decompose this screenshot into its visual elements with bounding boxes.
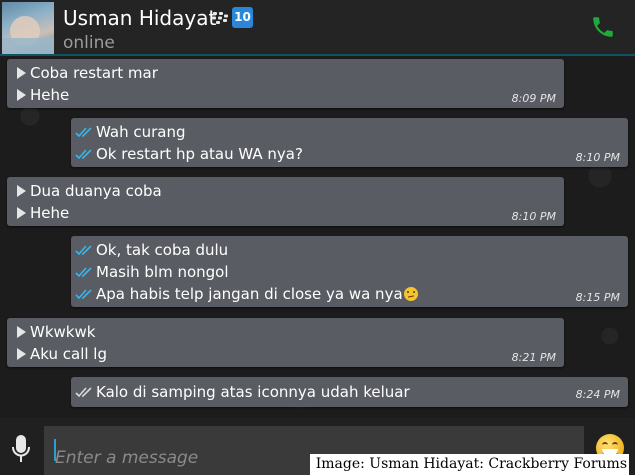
contact-status: online — [63, 33, 115, 53]
incoming-arrow-icon — [17, 326, 26, 338]
incoming-arrow-icon — [17, 67, 26, 79]
double-check-icon — [75, 149, 92, 160]
message-text: Masih blm nongol — [96, 263, 229, 281]
incoming-arrow-icon — [17, 348, 26, 360]
message-time: 8:21 PM — [511, 351, 556, 364]
message-bubble-outgoing[interactable]: Kalo di samping atas iconnya udah keluar… — [71, 377, 628, 407]
avatar-blanket — [2, 38, 54, 54]
message-text: Coba restart mar — [30, 64, 158, 82]
message-text: Ok, tak coba dulu — [96, 241, 229, 259]
message-text-with-emoji: Apa habis telp jangan di close ya wa nya — [96, 283, 418, 305]
double-check-icon — [75, 387, 92, 398]
microphone-icon[interactable] — [10, 433, 32, 465]
message-time: 8:10 PM — [575, 151, 620, 164]
double-check-icon — [75, 245, 92, 256]
message-bubble-incoming[interactable]: Dua duanya coba Hehe 8:10 PM — [7, 177, 564, 226]
message-time: 8:09 PM — [511, 92, 556, 105]
smiley-eye — [612, 442, 618, 447]
message-bubble-incoming[interactable]: Wkwkwk Aku call lg 8:21 PM — [7, 318, 564, 367]
contact-name[interactable]: Usman Hidayat — [63, 6, 216, 30]
message-text: Aku call lg — [30, 345, 107, 363]
message-bubble-incoming[interactable]: Coba restart mar Hehe 8:09 PM — [7, 59, 564, 108]
message-time: 8:15 PM — [575, 291, 620, 304]
double-check-icon — [75, 267, 92, 278]
contact-avatar[interactable] — [2, 2, 54, 54]
message-time: 8:10 PM — [511, 210, 556, 223]
chat-history[interactable]: Coba restart mar Hehe 8:09 PM Wah curang… — [0, 56, 635, 418]
message-text: Dua duanya coba — [30, 182, 162, 200]
incoming-arrow-icon — [17, 185, 26, 197]
text-cursor — [54, 439, 56, 461]
message-text: Wah curang — [96, 123, 186, 141]
message-text: Wkwkwk — [30, 323, 96, 341]
chat-header: Usman Hidayat 10 online — [0, 0, 635, 56]
confused-face-emoji-icon — [403, 287, 418, 301]
double-check-icon — [75, 289, 92, 300]
bbm-icon — [212, 12, 228, 24]
message-text: Hehe — [30, 204, 70, 222]
message-text: Kalo di samping atas iconnya udah keluar — [96, 383, 410, 401]
message-bubble-outgoing[interactable]: Wah curang Ok restart hp atau WA nya? 8:… — [71, 118, 628, 167]
incoming-arrow-icon — [17, 89, 26, 101]
message-text: Apa habis telp jangan di close ya wa nya — [96, 285, 403, 303]
smiley-eye — [602, 442, 608, 447]
keycap-ten-badge: 10 — [232, 7, 253, 28]
incoming-arrow-icon — [17, 207, 26, 219]
phone-icon[interactable] — [590, 14, 616, 40]
message-text: Ok restart hp atau WA nya? — [96, 145, 303, 163]
message-bubble-outgoing[interactable]: Ok, tak coba dulu Masih blm nongol Apa h… — [71, 236, 628, 307]
message-text: Hehe — [30, 86, 70, 104]
double-check-icon — [75, 127, 92, 138]
message-time: 8:24 PM — [575, 388, 620, 401]
image-credit-caption: Image: Usman Hidayat: Crackberry Forums — [309, 454, 629, 475]
